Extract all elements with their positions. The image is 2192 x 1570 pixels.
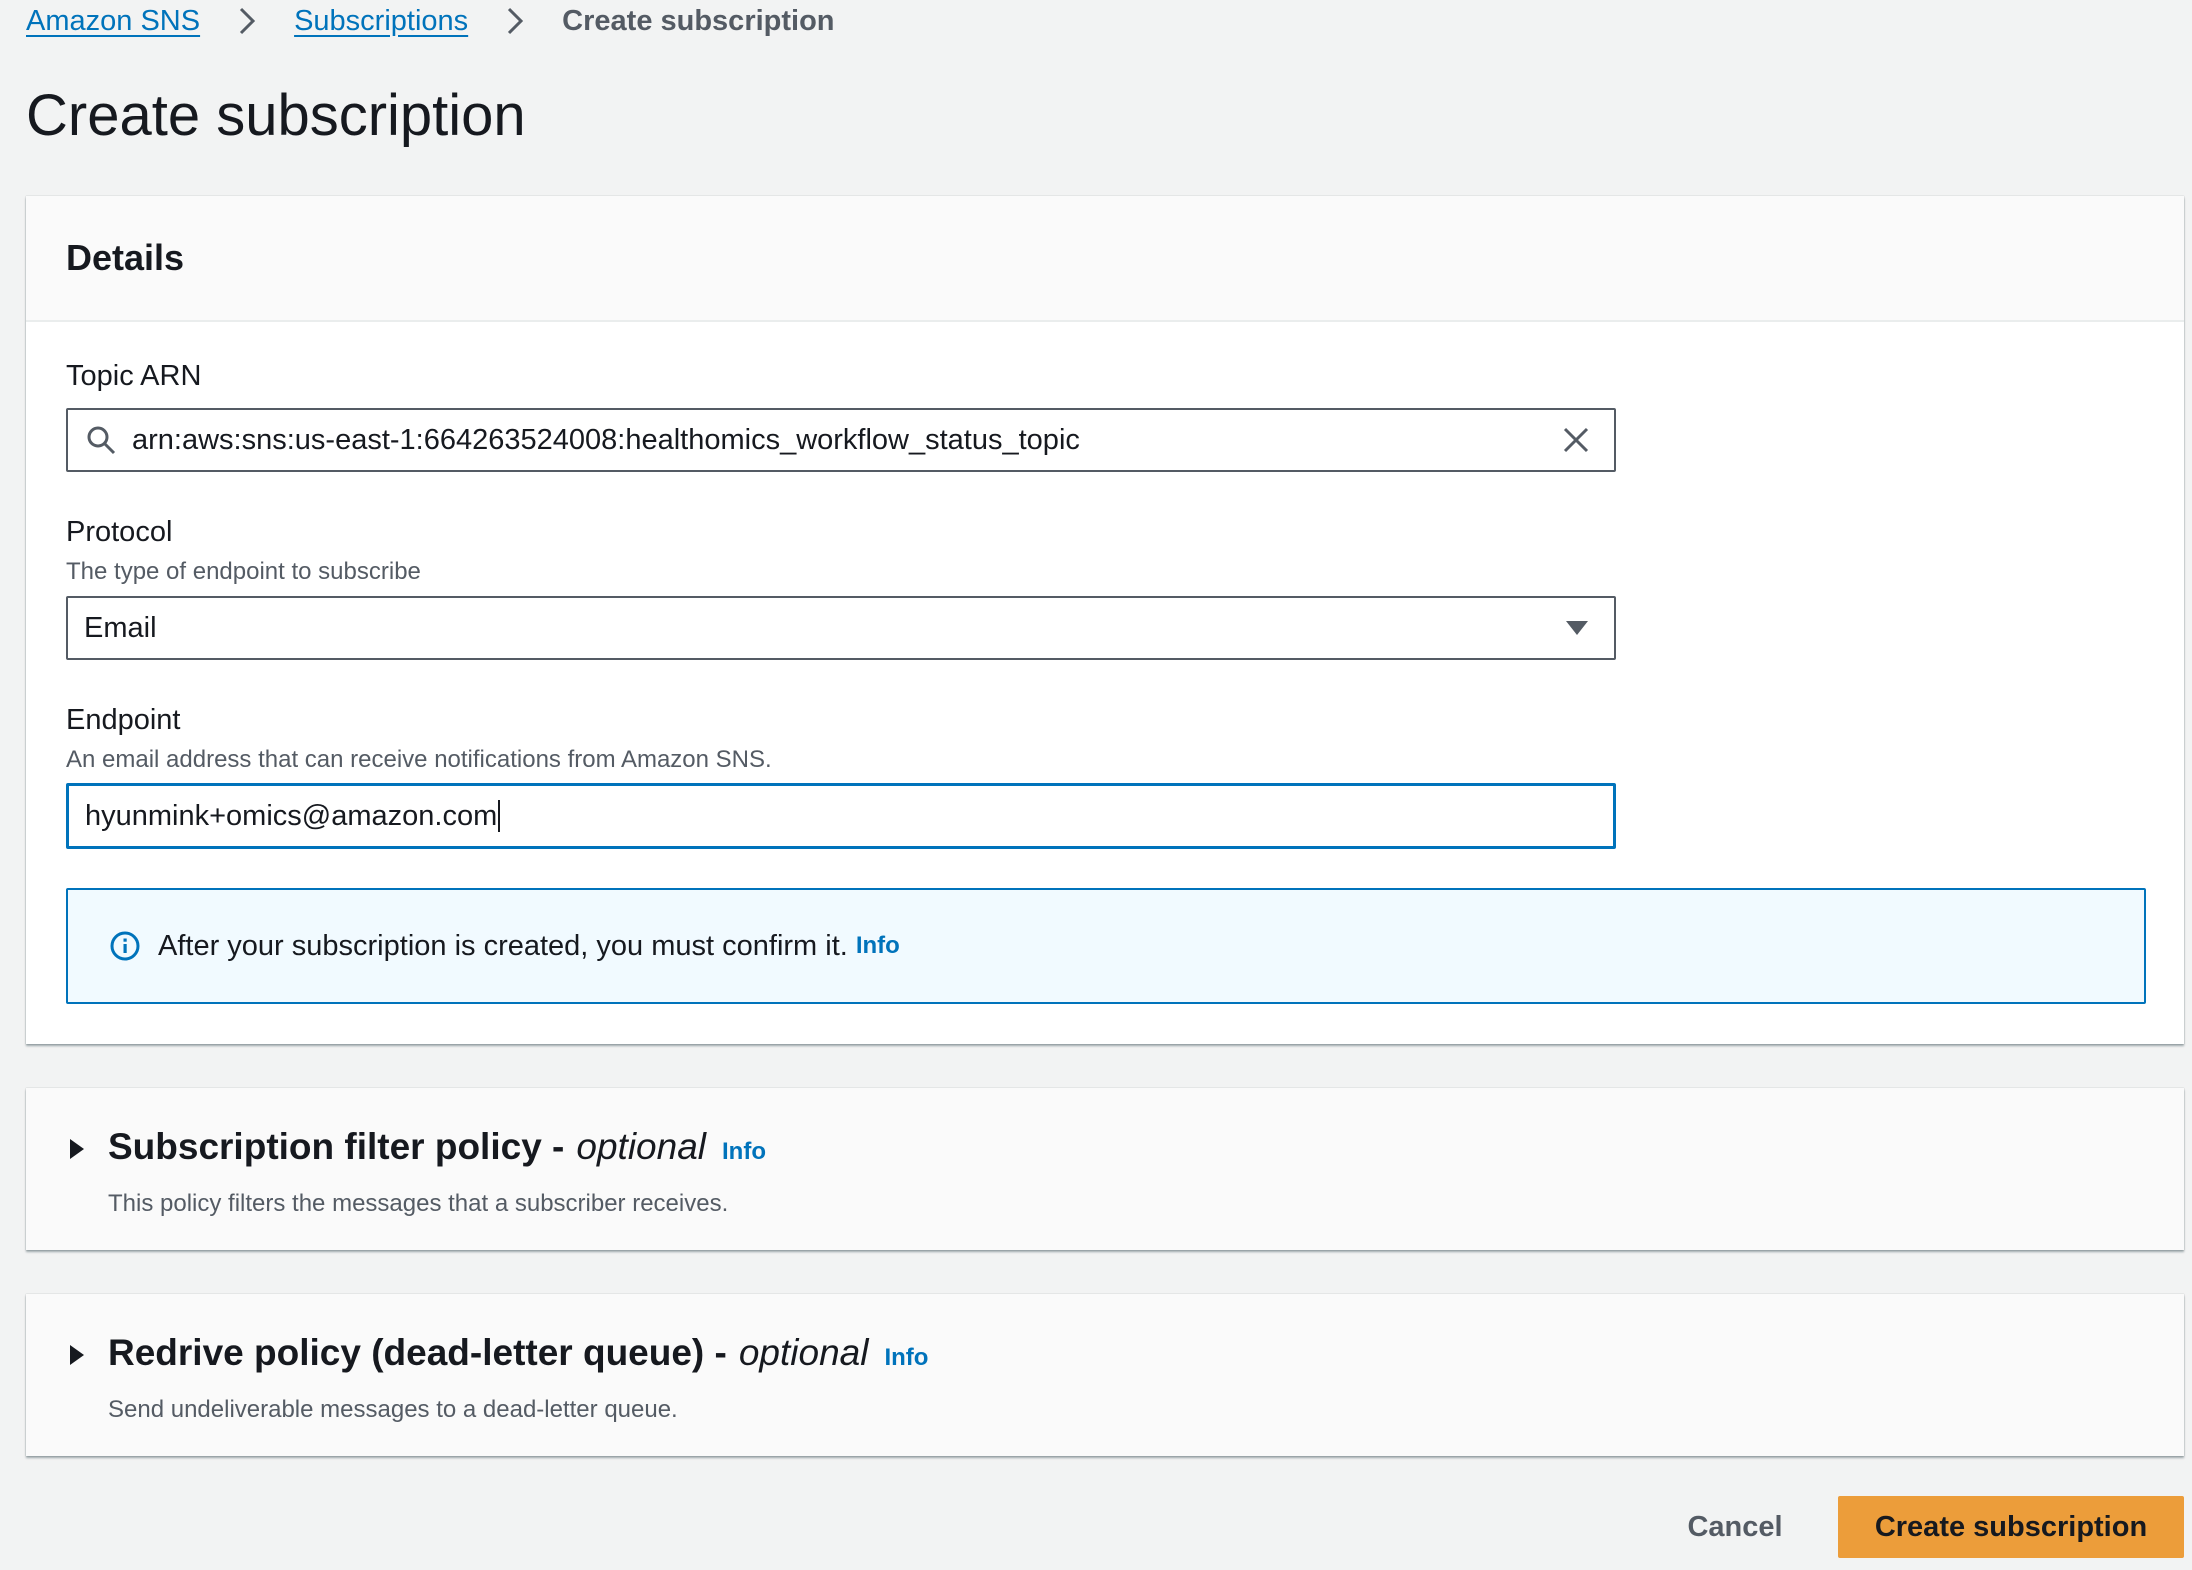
redrive-policy-info-link[interactable]: Info	[884, 1344, 928, 1372]
alert-text: After your subscription is created, you …	[158, 929, 848, 962]
text-cursor	[498, 800, 501, 832]
alert-info-link[interactable]: Info	[856, 932, 900, 960]
protocol-description: The type of endpoint to subscribe	[66, 558, 421, 585]
filter-policy-optional: optional	[576, 1126, 706, 1167]
breadcrumb-subscriptions-link[interactable]: Subscriptions	[294, 5, 468, 38]
caret-down-icon	[1562, 613, 1592, 643]
redrive-policy-description: Send undeliverable messages to a dead-le…	[108, 1396, 678, 1423]
chevron-right-icon	[234, 0, 260, 42]
breadcrumb-current: Create subscription	[562, 4, 835, 37]
cancel-button[interactable]: Cancel	[1660, 1496, 1810, 1558]
protocol-select[interactable]: Email	[66, 596, 1616, 660]
caret-right-icon[interactable]	[66, 1342, 88, 1368]
search-icon	[84, 423, 118, 457]
filter-policy-section[interactable]: Subscription filter policy - optional In…	[26, 1088, 2184, 1250]
redrive-policy-optional: optional	[738, 1332, 869, 1373]
info-alert: After your subscription is created, you …	[66, 888, 2146, 1004]
filter-policy-info-link[interactable]: Info	[722, 1138, 766, 1166]
info-icon	[108, 929, 142, 963]
endpoint-description: An email address that can receive notifi…	[66, 746, 772, 773]
filter-policy-title[interactable]: Subscription filter policy - optional In…	[108, 1126, 766, 1168]
redrive-policy-title[interactable]: Redrive policy (dead-letter queue) - opt…	[108, 1332, 928, 1374]
close-icon[interactable]	[1556, 420, 1596, 460]
endpoint-label: Endpoint	[66, 704, 181, 736]
chevron-right-icon	[502, 0, 528, 42]
protocol-selected-value: Email	[84, 611, 157, 644]
topic-arn-input[interactable]: arn:aws:sns:us-east-1:664263524008:healt…	[66, 408, 1616, 472]
redrive-policy-section[interactable]: Redrive policy (dead-letter queue) - opt…	[26, 1294, 2184, 1456]
topic-arn-label: Topic ARN	[66, 360, 202, 392]
breadcrumb-amazon-sns-link[interactable]: Amazon SNS	[26, 5, 200, 38]
details-header: Details	[26, 196, 2184, 322]
endpoint-input[interactable]: hyunmink+omics@amazon.com	[66, 783, 1616, 849]
redrive-policy-heading: Redrive policy (dead-letter queue) -	[108, 1332, 727, 1373]
endpoint-value: hyunmink+omics@amazon.com	[85, 799, 498, 832]
caret-right-icon[interactable]	[66, 1136, 88, 1162]
details-panel: Details Topic ARN arn:aws:sns:us-east-1:…	[26, 196, 2184, 1044]
topic-arn-value: arn:aws:sns:us-east-1:664263524008:healt…	[132, 423, 1080, 456]
breadcrumb: Amazon SNS Subscriptions Create subscrip…	[26, 0, 835, 42]
filter-policy-heading: Subscription filter policy -	[108, 1126, 565, 1167]
page-title: Create subscription	[26, 83, 526, 148]
create-subscription-button[interactable]: Create subscription	[1838, 1496, 2184, 1558]
protocol-label: Protocol	[66, 516, 173, 548]
filter-policy-description: This policy filters the messages that a …	[108, 1190, 729, 1217]
